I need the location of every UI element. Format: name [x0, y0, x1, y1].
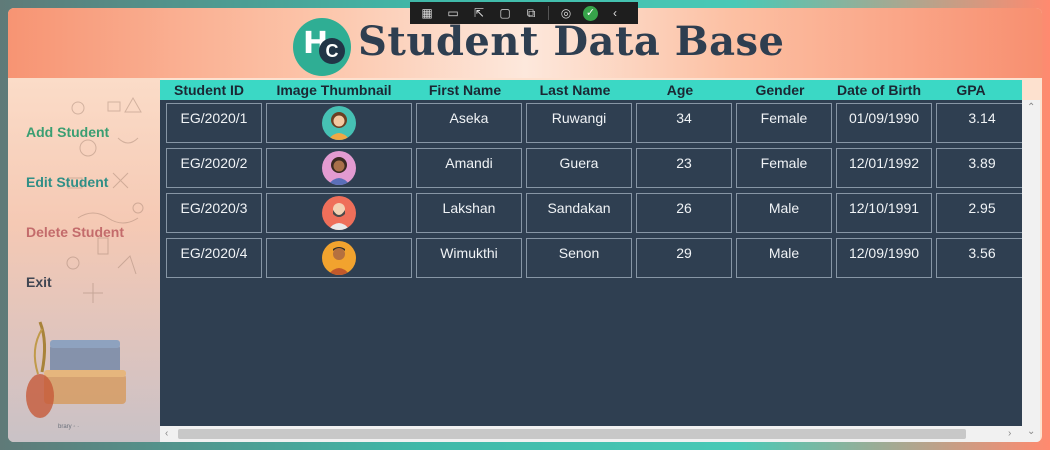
exit-label: Exit: [26, 274, 52, 290]
camera-icon[interactable]: ▭: [444, 4, 462, 22]
col-header-gender[interactable]: Gender: [730, 80, 830, 100]
table-row[interactable]: EG/2020/4 Wimukthi Senon 29 Male 12/09/1…: [166, 238, 1032, 283]
frame-icon[interactable]: ▢: [496, 4, 514, 22]
male-avatar-icon: [322, 196, 356, 230]
cell-first-name[interactable]: Wimukthi: [416, 238, 522, 278]
cell-first-name[interactable]: Aseka: [416, 103, 522, 143]
select-element-icon[interactable]: ▦: [418, 4, 436, 22]
cell-gpa[interactable]: 2.95: [936, 193, 1028, 233]
cell-gender[interactable]: Male: [736, 193, 832, 233]
delete-student-button[interactable]: Delete Student: [26, 224, 124, 240]
cell-image-thumbnail[interactable]: [266, 238, 412, 278]
logo-badge: C: [319, 38, 345, 64]
cell-date-of-birth[interactable]: 01/09/1990: [836, 103, 932, 143]
cell-last-name[interactable]: Senon: [526, 238, 632, 278]
page-title: Student Data Base: [358, 18, 785, 65]
cell-student-id[interactable]: EG/2020/1: [166, 103, 262, 143]
scroll-left-icon[interactable]: ‹: [165, 428, 168, 439]
grid-header-row: Student ID Image Thumbnail First Name La…: [160, 80, 1022, 100]
add-student-label: Add Student: [26, 124, 110, 140]
binding-failures-icon[interactable]: ✓: [583, 5, 598, 21]
scroll-down-icon[interactable]: ⌄: [1027, 426, 1035, 437]
track-focus-icon[interactable]: ◎: [557, 4, 575, 22]
toolbar-divider: [548, 6, 549, 20]
col-header-gpa[interactable]: GPA: [928, 80, 1014, 100]
cell-last-name[interactable]: Guera: [526, 148, 632, 188]
cell-image-thumbnail[interactable]: [266, 193, 412, 233]
hot-reload-icon[interactable]: ⧉: [522, 4, 540, 22]
cell-student-id[interactable]: EG/2020/2: [166, 148, 262, 188]
table-row[interactable]: EG/2020/3 Lakshan Sandakan 26 Male 12/10…: [166, 193, 1032, 238]
scroll-right-icon[interactable]: ›: [1008, 428, 1011, 439]
cell-student-id[interactable]: EG/2020/4: [166, 238, 262, 278]
horizontal-scrollbar[interactable]: ‹ ›: [160, 426, 1022, 442]
cell-age[interactable]: 23: [636, 148, 732, 188]
books-illustration: [26, 321, 126, 418]
vertical-scrollbar[interactable]: ⌃ ⌄: [1022, 100, 1040, 442]
cell-last-name[interactable]: Sandakan: [526, 193, 632, 233]
grid-rows: EG/2020/1 Aseka Ruwangi 34 Female 01/09/…: [166, 103, 1032, 283]
cell-date-of-birth[interactable]: 12/10/1991: [836, 193, 932, 233]
cell-date-of-birth[interactable]: 12/01/1992: [836, 148, 932, 188]
cell-last-name[interactable]: Ruwangi: [526, 103, 632, 143]
cell-gender[interactable]: Female: [736, 148, 832, 188]
app-logo: H C: [293, 18, 351, 76]
female-avatar-icon: [322, 106, 356, 140]
col-header-last-name[interactable]: Last Name: [520, 80, 630, 100]
female-avatar-icon: [322, 151, 356, 185]
col-header-image-thumbnail[interactable]: Image Thumbnail: [258, 80, 410, 100]
pointer-icon[interactable]: ⇱: [470, 4, 488, 22]
cell-gender[interactable]: Female: [736, 103, 832, 143]
cell-gpa[interactable]: 3.14: [936, 103, 1028, 143]
cell-gender[interactable]: Male: [736, 238, 832, 278]
cell-image-thumbnail[interactable]: [266, 103, 412, 143]
col-header-age[interactable]: Age: [630, 80, 730, 100]
col-header-first-name[interactable]: First Name: [410, 80, 520, 100]
cell-age[interactable]: 26: [636, 193, 732, 233]
table-row[interactable]: EG/2020/2 Amandi Guera 23 Female 12/01/1…: [166, 148, 1032, 193]
cell-date-of-birth[interactable]: 12/09/1990: [836, 238, 932, 278]
cell-gpa[interactable]: 3.56: [936, 238, 1028, 278]
cell-age[interactable]: 34: [636, 103, 732, 143]
doodle-background: [66, 96, 144, 303]
cell-first-name[interactable]: Amandi: [416, 148, 522, 188]
cell-gpa[interactable]: 3.89: [936, 148, 1028, 188]
exit-button[interactable]: Exit: [26, 274, 52, 290]
cell-student-id[interactable]: EG/2020/3: [166, 193, 262, 233]
credit-text: brary ◦ ·: [58, 424, 80, 430]
main-window: H C Student Data Base Add Student Edit S…: [8, 8, 1042, 442]
collapse-icon[interactable]: ‹: [606, 4, 624, 22]
scroll-up-icon[interactable]: ⌃: [1027, 102, 1035, 113]
edit-student-button[interactable]: Edit Student: [26, 174, 108, 190]
col-header-student-id[interactable]: Student ID: [160, 80, 258, 100]
cell-image-thumbnail[interactable]: [266, 148, 412, 188]
cell-age[interactable]: 29: [636, 238, 732, 278]
cell-first-name[interactable]: Lakshan: [416, 193, 522, 233]
male-avatar-icon: [322, 241, 356, 275]
horizontal-scroll-thumb[interactable]: [178, 429, 966, 439]
col-header-date-of-birth[interactable]: Date of Birth: [830, 80, 928, 100]
edit-student-label: Edit Student: [26, 174, 109, 190]
table-row[interactable]: EG/2020/1 Aseka Ruwangi 34 Female 01/09/…: [166, 103, 1032, 148]
delete-student-label: Delete Student: [26, 224, 125, 240]
sidebar: Add Student Edit Student Delete Student …: [8, 78, 160, 442]
add-student-button[interactable]: Add Student: [26, 124, 109, 140]
student-data-grid[interactable]: Student ID Image Thumbnail First Name La…: [160, 80, 1040, 442]
debug-toolbar: ▦ ▭ ⇱ ▢ ⧉ ◎ ✓ ‹: [410, 2, 638, 24]
